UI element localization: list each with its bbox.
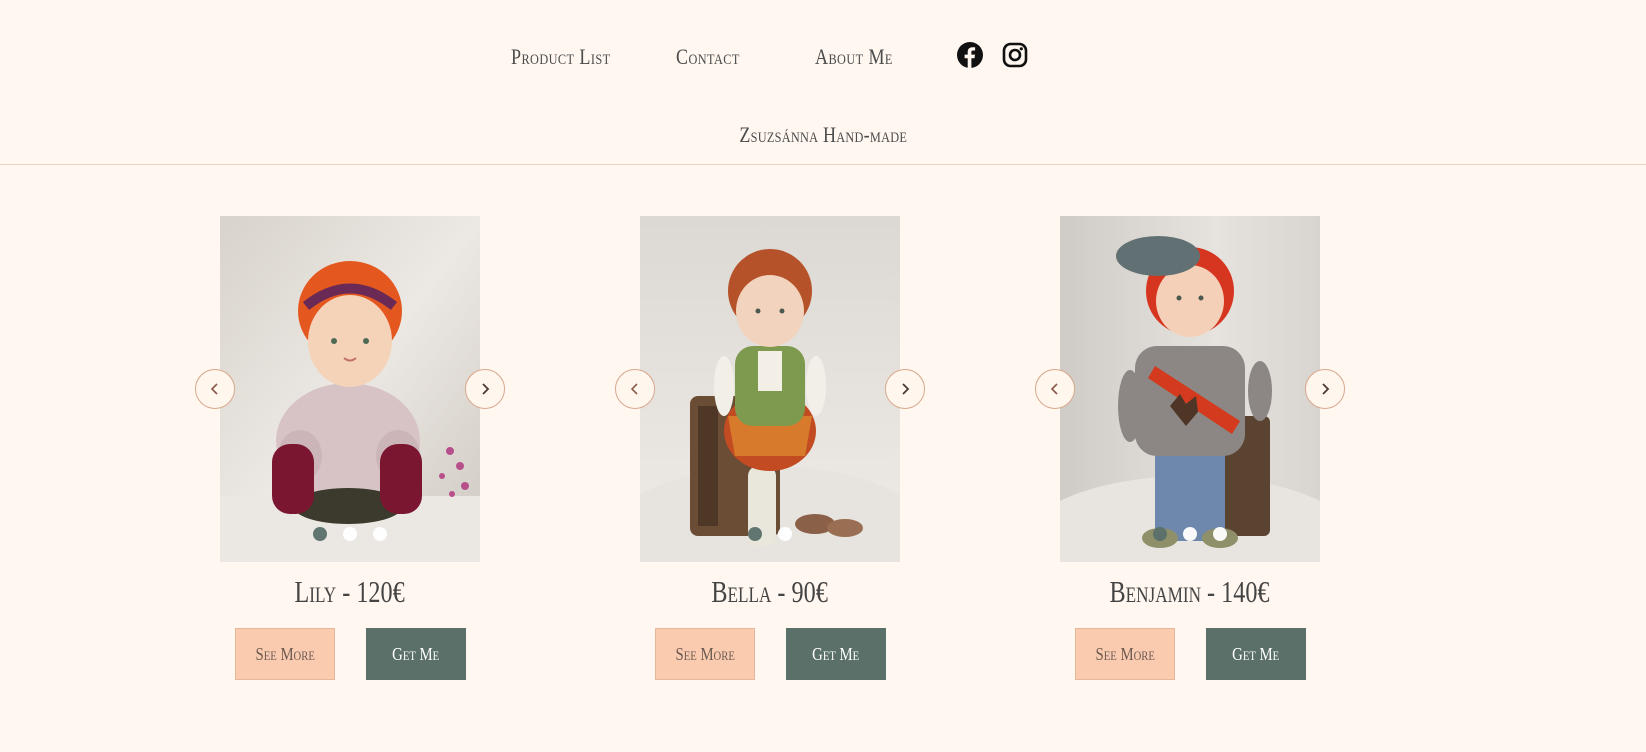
facebook-icon[interactable] — [957, 42, 983, 68]
carousel-next-button[interactable] — [1305, 369, 1345, 409]
see-more-button[interactable]: See More — [235, 628, 335, 680]
product-title: Benjamin - 140€ — [1110, 574, 1270, 609]
site-header: Product List Contact About Me Zsuzsánna … — [0, 0, 1646, 165]
carousel-dot[interactable] — [313, 527, 327, 541]
chevron-right-icon — [1322, 383, 1330, 395]
see-more-button[interactable]: See More — [655, 628, 755, 680]
see-more-button[interactable]: See More — [1075, 628, 1175, 680]
instagram-icon[interactable] — [1002, 42, 1028, 68]
brand-name: Zsuzsánna Hand-made — [739, 122, 907, 147]
carousel-dot[interactable] — [1153, 527, 1167, 541]
nav-product-list[interactable]: Product List — [511, 44, 611, 70]
nav-about-me[interactable]: About Me — [815, 44, 893, 70]
product-photo-benjamin — [1060, 216, 1320, 562]
chevron-left-icon — [1050, 383, 1058, 395]
carousel-dot[interactable] — [343, 527, 357, 541]
carousel-dot[interactable] — [778, 527, 792, 541]
product-title: Lily - 120€ — [294, 574, 406, 609]
carousel-indicators — [640, 527, 900, 541]
carousel-dot[interactable] — [748, 527, 762, 541]
carousel-indicators — [1060, 527, 1320, 541]
product-photo-lily — [220, 216, 480, 562]
carousel-dot[interactable] — [373, 527, 387, 541]
carousel-dot[interactable] — [1213, 527, 1227, 541]
carousel-indicators — [220, 527, 480, 541]
product-photo-bella — [640, 216, 900, 562]
carousel-prev-button[interactable] — [615, 369, 655, 409]
carousel-next-button[interactable] — [885, 369, 925, 409]
carousel-prev-button[interactable] — [195, 369, 235, 409]
chevron-left-icon — [210, 383, 218, 395]
chevron-right-icon — [902, 383, 910, 395]
chevron-right-icon — [482, 383, 490, 395]
get-me-button[interactable]: Get Me — [1206, 628, 1306, 680]
get-me-button[interactable]: Get Me — [786, 628, 886, 680]
carousel-dot[interactable] — [1183, 527, 1197, 541]
get-me-button[interactable]: Get Me — [366, 628, 466, 680]
carousel-prev-button[interactable] — [1035, 369, 1075, 409]
carousel-next-button[interactable] — [465, 369, 505, 409]
nav-contact[interactable]: Contact — [676, 44, 740, 70]
chevron-left-icon — [630, 383, 638, 395]
product-title: Bella - 90€ — [711, 574, 829, 609]
